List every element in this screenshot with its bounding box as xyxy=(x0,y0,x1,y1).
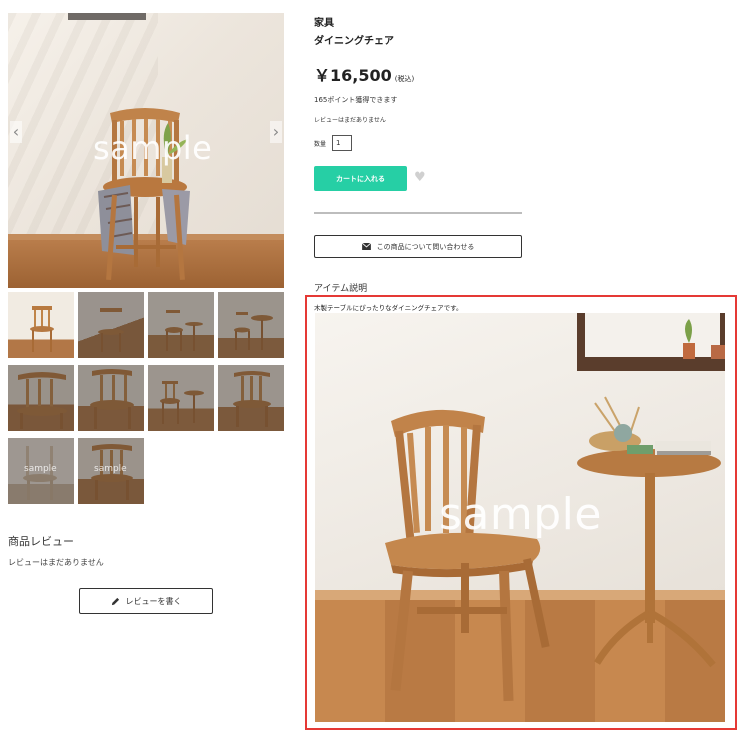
chevron-right-icon[interactable]: › xyxy=(270,121,282,143)
description-heading: アイテム説明 xyxy=(314,284,368,294)
thumbnail-1[interactable] xyxy=(8,292,74,358)
product-price: ￥16,500 (税込) xyxy=(314,62,414,86)
review-status: レビューはまだありません xyxy=(314,117,386,124)
thumbnail-9[interactable]: sample xyxy=(8,438,74,504)
write-review-label: レビューを書く xyxy=(125,596,182,606)
thumbnail-7[interactable] xyxy=(148,365,214,431)
thumbnail-6[interactable] xyxy=(78,365,144,431)
thumbnail-5[interactable] xyxy=(8,365,74,431)
thumbnail-4[interactable] xyxy=(218,292,284,358)
description-image-watermark: sample xyxy=(439,489,602,540)
main-product-image[interactable]: sample ‹ › xyxy=(8,13,284,288)
product-name: ダイニングチェア xyxy=(314,36,394,47)
thumbnail-watermark: sample xyxy=(94,464,127,474)
heart-icon[interactable]: ♥ xyxy=(414,171,426,184)
chevron-left-icon[interactable]: ‹ xyxy=(10,121,22,143)
envelope-icon xyxy=(361,243,371,250)
divider xyxy=(314,212,522,214)
image-watermark: sample xyxy=(93,129,213,167)
thumbnail-2[interactable] xyxy=(78,292,144,358)
thumbnail-3[interactable] xyxy=(148,292,214,358)
quantity-label: 数量 xyxy=(314,141,327,148)
add-to-cart-button[interactable]: カートに入れる xyxy=(314,166,407,191)
pencil-icon xyxy=(111,597,119,605)
contact-button[interactable]: この商品について問い合わせる xyxy=(314,235,522,258)
contact-button-label: この商品について問い合わせる xyxy=(376,242,475,251)
product-category: 家具 xyxy=(314,18,334,29)
reviews-heading: 商品レビュー xyxy=(8,535,74,548)
price-value: ￥16,500 xyxy=(314,66,392,85)
tax-note: (税込) xyxy=(394,75,415,83)
points-text: 165ポイント獲得できます xyxy=(314,96,398,104)
reviews-empty-text: レビューはまだありません xyxy=(8,558,104,567)
thumbnail-watermark: sample xyxy=(24,464,57,474)
thumbnail-10[interactable]: sample xyxy=(78,438,144,504)
description-image: sample xyxy=(315,313,725,722)
thumbnail-8[interactable] xyxy=(218,365,284,431)
quantity-input[interactable]: 1 xyxy=(332,135,352,151)
write-review-button[interactable]: レビューを書く xyxy=(79,588,213,614)
picture-frame xyxy=(68,13,146,20)
description-text: 木製テーブルにぴったりなダイニングチェアです。 xyxy=(314,304,463,312)
